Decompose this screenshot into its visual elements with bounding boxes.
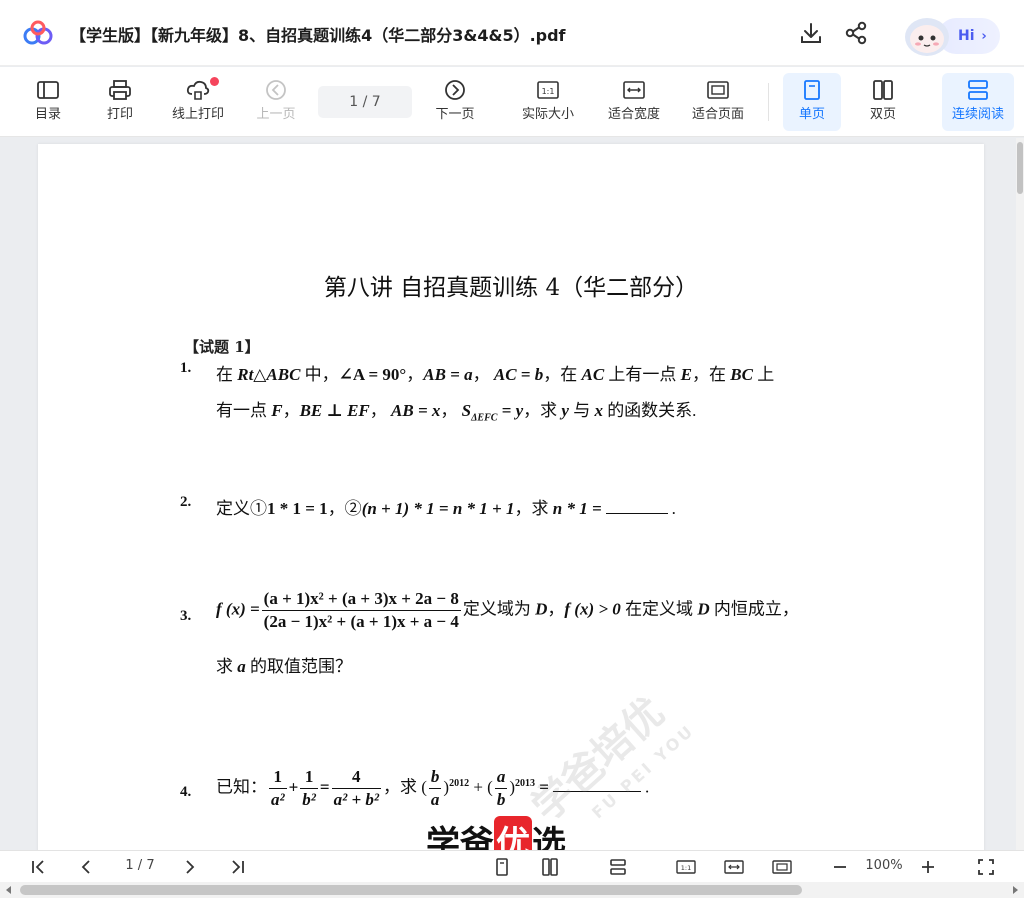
print-label: 打印	[106, 107, 133, 122]
double-page-view-icon[interactable]	[540, 857, 560, 877]
zoom-out-icon[interactable]	[830, 857, 850, 877]
vertical-scroll-thumb[interactable]	[1017, 142, 1023, 194]
fit-width-icon	[623, 81, 645, 99]
fit-page-small-icon[interactable]	[772, 857, 792, 877]
assistant-button[interactable]: Hi ›	[898, 14, 1002, 56]
catalog-icon	[37, 81, 59, 99]
vertical-scrollbar[interactable]	[1016, 138, 1024, 850]
next-page-label: 下一页	[435, 107, 475, 122]
question-number: 1.	[180, 360, 192, 376]
continuous-read-icon	[968, 80, 988, 100]
next-page-icon[interactable]	[180, 857, 200, 877]
app-logo-icon	[23, 20, 53, 45]
arrow-right-circle-icon	[445, 80, 465, 100]
first-page-icon[interactable]	[28, 857, 48, 877]
fit-width-button[interactable]: 适合宽度	[602, 73, 666, 131]
double-page-icon	[873, 80, 893, 100]
svg-text:1:1: 1:1	[542, 87, 555, 96]
continuous-view-icon[interactable]	[608, 857, 628, 877]
pdf-page: 第八讲 自招真题训练 4（华二部分） 【试题 1】 1. 在 Rt△ABC 中，…	[38, 144, 984, 850]
section-tag: 【试题 1】	[184, 338, 260, 356]
fullscreen-icon[interactable]	[976, 857, 996, 877]
double-page-label: 双页	[869, 107, 896, 122]
document-viewer[interactable]: 第八讲 自招真题训练 4（华二部分） 【试题 1】 1. 在 Rt△ABC 中，…	[0, 138, 1016, 850]
catalog-button[interactable]: 目录	[16, 73, 80, 131]
assistant-avatar-icon	[905, 18, 949, 56]
question-number: 4.	[180, 784, 192, 800]
toolbar-divider	[768, 83, 769, 121]
zoom-level[interactable]: 100%	[858, 858, 910, 873]
fit-width-small-icon[interactable]	[724, 857, 744, 877]
print-button[interactable]: 打印	[88, 73, 152, 131]
actual-size-small-icon[interactable]: 1:1	[676, 857, 696, 877]
fit-page-label: 适合页面	[691, 107, 744, 122]
prev-page-icon[interactable]	[76, 857, 96, 877]
horizontal-scrollbar[interactable]	[0, 882, 1024, 898]
question-number: 3.	[180, 608, 192, 624]
question-number: 2.	[180, 494, 192, 510]
fit-width-label: 适合宽度	[607, 107, 660, 122]
page-heading: 第八讲 自招真题训练 4（华二部分）	[323, 275, 699, 301]
question-1-line-2: 有一点 F，BE ⊥ EF， AB = x， SΔEFC = y，求 y 与 x…	[216, 401, 697, 424]
prev-page-button[interactable]: 上一页	[244, 73, 308, 131]
online-print-label: 线上打印	[171, 107, 224, 122]
printer-icon	[109, 80, 131, 100]
online-print-button[interactable]: 线上打印	[166, 73, 230, 131]
actual-size-button[interactable]: 1:1 实际大小	[516, 73, 580, 131]
horizontal-scroll-thumb[interactable]	[20, 885, 802, 895]
title-bar: 【学生版】【新九年级】8、自招真题训练4（华二部分3&4&5）.pdf Hi ›	[0, 0, 1024, 66]
fraction: (a + 1)x² + (a + 3)x + 2a − 8 (2a − 1)x² …	[261, 589, 461, 631]
page-number-input[interactable]: 1 / 7	[318, 86, 412, 118]
svg-text:1:1: 1:1	[681, 864, 691, 872]
continuous-read-button[interactable]: 连续阅读	[942, 73, 1014, 131]
cloud-print-icon	[186, 80, 210, 100]
fit-page-button[interactable]: 适合页面	[686, 73, 750, 131]
next-page-button[interactable]: 下一页	[423, 73, 487, 131]
single-page-label: 单页	[798, 107, 825, 122]
scroll-right-icon[interactable]	[1013, 886, 1018, 894]
chevron-right-icon: ›	[981, 29, 987, 44]
single-page-button[interactable]: 单页	[783, 73, 841, 131]
scroll-left-icon[interactable]	[6, 886, 11, 894]
continuous-read-label: 连续阅读	[951, 107, 1004, 122]
download-icon[interactable]	[798, 20, 824, 46]
answer-blank	[605, 500, 668, 514]
brand-logo: 学爸优选	[426, 816, 566, 850]
actual-size-icon: 1:1	[537, 81, 559, 99]
notification-dot	[210, 77, 219, 86]
bottom-bar: 1 / 7 1:1 100%	[0, 850, 1024, 882]
bottom-page-indicator[interactable]: 1 / 7	[108, 858, 172, 873]
last-page-icon[interactable]	[228, 857, 248, 877]
share-icon[interactable]	[843, 20, 869, 46]
actual-size-label: 实际大小	[521, 107, 574, 122]
catalog-label: 目录	[34, 107, 61, 122]
arrow-left-circle-icon	[266, 80, 286, 100]
hi-label: Hi	[958, 28, 975, 44]
prev-page-label: 上一页	[256, 107, 296, 122]
double-page-button[interactable]: 双页	[854, 73, 912, 131]
document-title: 【学生版】【新九年级】8、自招真题训练4（华二部分3&4&5）.pdf	[70, 26, 566, 45]
zoom-in-icon[interactable]	[918, 857, 938, 877]
fit-page-icon	[707, 81, 729, 99]
viewer-toolbar: 目录 打印 线上打印 上一页 1 / 7 下一页 1:1 实际大小 适合宽度 适…	[0, 67, 1024, 137]
question-1-line-1: 在 Rt△ABC 中，∠A = 90°，AB = a， AC = b，在 AC …	[216, 365, 775, 384]
single-page-view-icon[interactable]	[492, 857, 512, 877]
single-page-icon	[804, 80, 820, 100]
